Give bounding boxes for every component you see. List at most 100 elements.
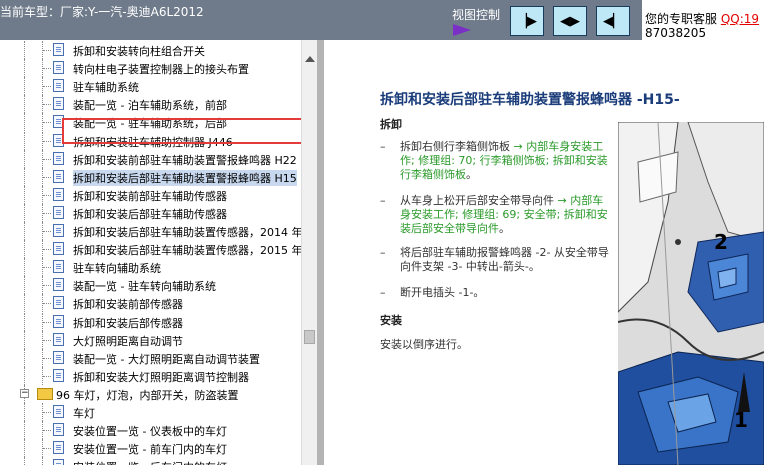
document-page-icon bbox=[53, 441, 64, 455]
document-page-icon bbox=[53, 296, 64, 310]
removal-heading: 拆卸 bbox=[380, 118, 402, 131]
install-text: 安装以倒序进行。 bbox=[380, 338, 468, 351]
tree-item[interactable]: 安装位置一览 - 仪表板中的车灯 bbox=[0, 421, 301, 440]
step-text: 从车身上松开后部安全带导向件 → 内部车身安装工作; 修理组: 69; 安全带;… bbox=[400, 194, 610, 236]
document-page-icon bbox=[53, 405, 64, 418]
tree-item-label: 96 车灯，灯泡，内部开关，防盗装置 bbox=[56, 388, 239, 402]
document-page-icon bbox=[53, 97, 64, 111]
show-right-panel-button[interactable]: ◀▏ bbox=[596, 6, 630, 36]
top-header-bar: 当前车型：厂家:Y-一汽-奥迪A6L2012 视图控制 ▕▶ ◀▶ ◀▏ 您的专… bbox=[0, 0, 764, 40]
tree-item[interactable]: 安装位置一览 - 后车门内的车灯 bbox=[0, 457, 301, 465]
tree-item-label: 拆卸和安装前部驻车辅助传感器 bbox=[73, 189, 227, 203]
tree-branch-line bbox=[43, 231, 51, 232]
component-illustration: 2 1 bbox=[618, 122, 764, 465]
callout-2-label: 2 bbox=[714, 230, 728, 254]
scroll-up-arrow-icon[interactable] bbox=[305, 56, 315, 62]
tree-branch-line bbox=[43, 68, 51, 70]
tree-branch-line bbox=[43, 412, 51, 413]
tree-item-label: 拆卸和安装后部驻车辅助传感器 bbox=[73, 207, 227, 221]
selected-item-highlight bbox=[62, 118, 308, 144]
document-page-icon bbox=[53, 350, 64, 364]
tree-item[interactable]: 大灯照明距离自动调节 bbox=[0, 330, 301, 349]
view-control-arrow-icon bbox=[453, 24, 471, 36]
tree-guide-line bbox=[24, 149, 26, 168]
tree-guide-line bbox=[24, 41, 26, 59]
tree-branch-line bbox=[43, 375, 51, 377]
show-left-panel-button[interactable]: ▕▶ bbox=[510, 6, 544, 36]
step-text-fragment: 断开电插头 -1-。 bbox=[400, 286, 485, 299]
tree-item-label: 拆卸和安装大灯照明距离调节控制器 bbox=[73, 370, 249, 384]
tree-item[interactable]: 拆卸和安装前部驻车辅助传感器 bbox=[0, 185, 301, 204]
tree-item[interactable]: 拆卸和安装后部驻车辅助装置警报蜂鸣器 H15 bbox=[0, 167, 301, 186]
tree-branch-line bbox=[43, 430, 51, 432]
folder-open-icon bbox=[37, 387, 53, 400]
tree-item-label: 拆卸和安装后部传感器 bbox=[73, 316, 183, 330]
tree-item[interactable]: 转向柱电子装置控制器上的接头布置 bbox=[0, 59, 301, 78]
tree-item[interactable]: 拆卸和安装前部传感器 bbox=[0, 294, 301, 313]
panel-left-arrow-icon: ◀▏ bbox=[603, 13, 623, 29]
tree-item[interactable]: 拆卸和安装后部驻车辅助装置传感器，2014 年 bbox=[0, 222, 301, 240]
tree-item[interactable]: 驻车转向辅助系统 bbox=[0, 258, 301, 277]
tree-item-label: 转向柱电子装置控制器上的接头布置 bbox=[73, 63, 249, 77]
tree-item-label: 车灯 bbox=[73, 407, 95, 420]
tree-item[interactable]: 拆卸和安装大灯照明距离调节控制器 bbox=[0, 366, 301, 385]
scroll-thumb[interactable] bbox=[304, 330, 315, 344]
tree-scrollbar[interactable] bbox=[301, 40, 317, 465]
collapse-toggle-icon[interactable]: − bbox=[20, 388, 29, 398]
support-qq-number: 87038205 bbox=[645, 26, 707, 40]
tree-branch-line bbox=[43, 194, 51, 196]
tree-guide-line bbox=[24, 457, 26, 465]
document-page-icon bbox=[53, 61, 64, 75]
step-text: 断开电插头 -1-。 bbox=[400, 286, 610, 300]
tree-branch-line bbox=[43, 86, 51, 88]
support-label: 您的专职客服 bbox=[645, 12, 718, 26]
step-text-fragment: 从车身上松开后部安全带导向件 bbox=[400, 194, 558, 207]
tree-item-label: 拆卸和安装后部驻车辅助装置传感器，2014 年 bbox=[73, 226, 301, 239]
tree-guide-line bbox=[24, 421, 26, 440]
tree-item[interactable]: 安装位置一览 - 前车门内的车灯 bbox=[0, 439, 301, 458]
view-control-label: 视图控制 bbox=[452, 8, 501, 22]
tree-item-label: 安装位置一览 - 仪表板中的车灯 bbox=[73, 425, 227, 439]
document-page-icon bbox=[53, 242, 64, 256]
tree-item[interactable]: 装配一览 - 驻车转向辅助系统 bbox=[0, 276, 301, 295]
step-item: – 拆卸右侧行李箱侧饰板 → 内部车身安装工作; 修理组: 70; 行李箱侧饰板… bbox=[380, 140, 610, 196]
tree-guide-line bbox=[24, 439, 26, 458]
tree-folder-item[interactable]: − 96 车灯，灯泡，内部开关，防盗装置 bbox=[0, 384, 301, 403]
document-page-icon bbox=[53, 169, 64, 183]
tree-guide-line bbox=[24, 276, 26, 295]
tree-guide-line bbox=[24, 403, 26, 421]
step-item: – 从车身上松开后部安全带导向件 → 内部车身安装工作; 修理组: 69; 安全… bbox=[380, 194, 610, 236]
tree-guide-line bbox=[24, 348, 26, 367]
tree-item-label: 装配一览 - 大灯照明距离自动调节装置 bbox=[73, 352, 260, 366]
split-view-button[interactable]: ◀▶ bbox=[553, 6, 587, 36]
support-qq-link[interactable]: QQ:19 bbox=[721, 12, 759, 26]
tree-guide-line bbox=[24, 203, 26, 222]
tree-item[interactable]: 拆卸和安装后部驻车辅助装置传感器，2015 年 bbox=[0, 240, 301, 259]
document-page-icon bbox=[53, 459, 64, 465]
tree-item[interactable]: 拆卸和安装前部驻车辅助装置警报蜂鸣器 H22 bbox=[0, 149, 301, 168]
tree-branch-line bbox=[43, 122, 51, 124]
tree-item[interactable]: 拆卸和安装后部驻车辅助传感器 bbox=[0, 203, 301, 222]
tree-item[interactable]: 装配一览 - 泊车辅助系统，前部 bbox=[0, 95, 301, 114]
step-text: 拆卸右侧行李箱侧饰板 → 内部车身安装工作; 修理组: 70; 行李箱侧饰板; … bbox=[400, 140, 610, 182]
document-page-icon bbox=[53, 43, 64, 56]
document-page-icon bbox=[53, 314, 64, 328]
tree-branch-line bbox=[43, 212, 51, 214]
tree-item-label: 装配一览 - 泊车辅助系统，前部 bbox=[73, 99, 227, 113]
tree-item[interactable]: 装配一览 - 大灯照明距离自动调节装置 bbox=[0, 348, 301, 367]
tree-item[interactable]: 车灯 bbox=[0, 403, 301, 421]
tree-guide-line bbox=[24, 258, 26, 277]
tree-item-label: 拆卸和安装前部驻车辅助装置警报蜂鸣器 H22 bbox=[73, 153, 297, 167]
step-text-fragment: 拆卸右侧行李箱侧饰板 bbox=[400, 140, 514, 153]
tree-branch-line bbox=[43, 303, 51, 305]
tree-branch-line bbox=[43, 50, 51, 51]
tree-branch-line bbox=[43, 249, 51, 251]
document-page-icon bbox=[53, 187, 64, 201]
tree-item[interactable]: 驻车辅助系统 bbox=[0, 77, 301, 96]
tree-item-label: 拆卸和安装转向柱组合开关 bbox=[73, 45, 205, 58]
panel-splitter[interactable] bbox=[317, 40, 324, 465]
install-heading: 安装 bbox=[380, 314, 402, 327]
tree-item[interactable]: 拆卸和安装后部传感器 bbox=[0, 312, 301, 331]
tree-item[interactable]: 拆卸和安装转向柱组合开关 bbox=[0, 41, 301, 59]
tree-item-label: 驻车转向辅助系统 bbox=[73, 262, 161, 276]
